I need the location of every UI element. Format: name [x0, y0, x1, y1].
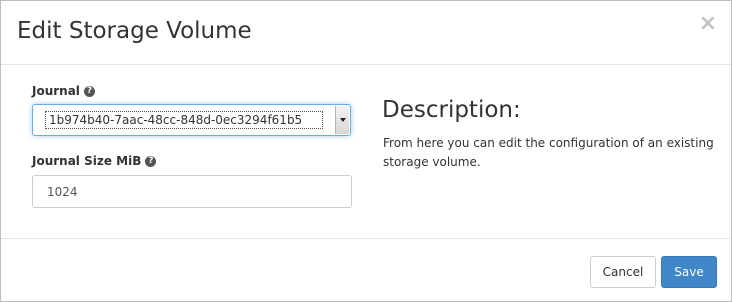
- question-circle-icon[interactable]: ?: [145, 155, 157, 167]
- journal-size-label: Journal Size MiB: [32, 154, 142, 168]
- description-text: From here you can edit the configuration…: [383, 136, 714, 169]
- journal-label-row: Journal ?: [32, 84, 95, 98]
- journal-size-input[interactable]: [32, 175, 352, 208]
- journal-select-value: 1b974b40-7aac-48cc-848d-0ec3294f61b5: [45, 111, 323, 129]
- journal-select[interactable]: 1b974b40-7aac-48cc-848d-0ec3294f61b5: [32, 104, 351, 136]
- save-button[interactable]: Save: [661, 256, 717, 288]
- close-icon[interactable]: ×: [699, 13, 717, 35]
- modal-title: Edit Storage Volume: [17, 18, 252, 44]
- question-circle-icon[interactable]: ?: [83, 85, 95, 97]
- chevron-down-icon[interactable]: [335, 106, 349, 134]
- edit-storage-volume-modal: Edit Storage Volume × Journal ? 1b974b40…: [0, 0, 732, 302]
- journal-size-label-row: Journal Size MiB ?: [32, 154, 157, 168]
- modal-header: Edit Storage Volume ×: [1, 1, 731, 65]
- cancel-button[interactable]: Cancel: [590, 256, 656, 288]
- description-title: Description:: [382, 97, 521, 123]
- modal-footer: Cancel Save: [1, 238, 731, 302]
- journal-label: Journal: [32, 84, 80, 98]
